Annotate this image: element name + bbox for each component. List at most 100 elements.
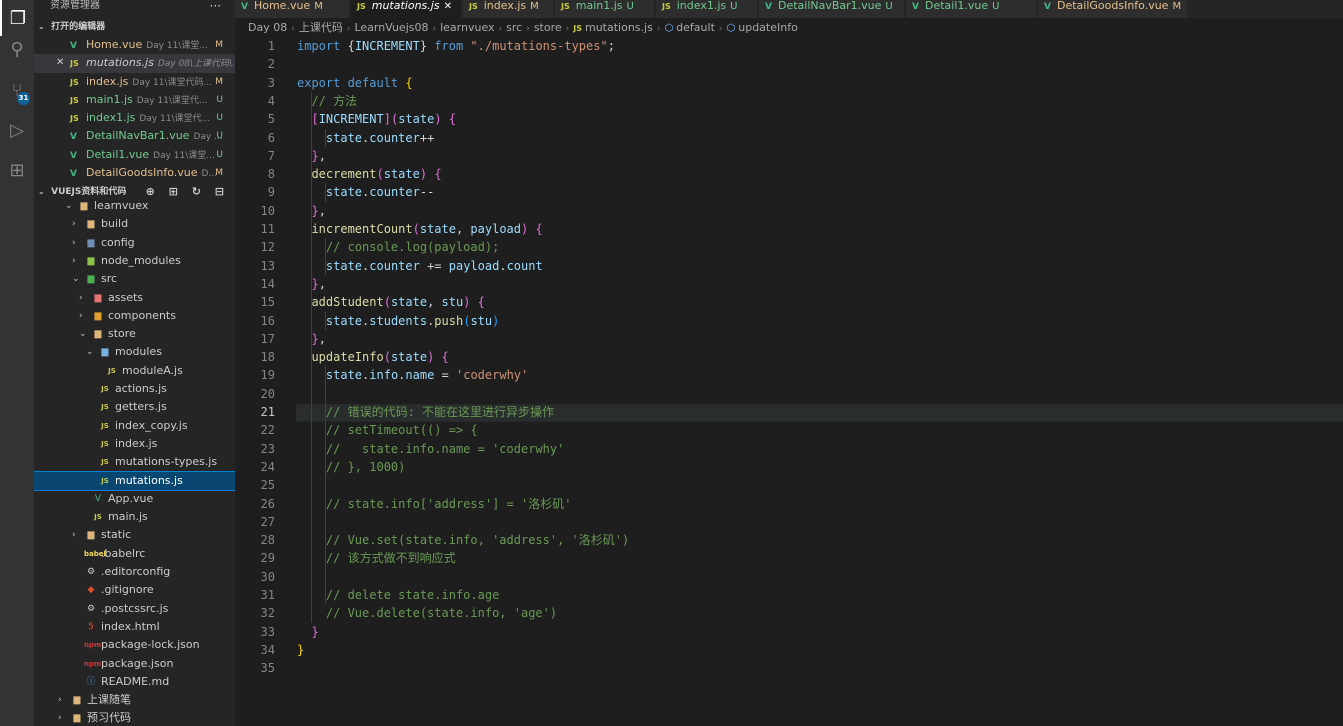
- tree-file[interactable]: JS main.js: [34, 508, 235, 526]
- code-line[interactable]: 19 state.info.name = 'coderwhy': [235, 366, 1343, 384]
- code-line[interactable]: 25: [235, 476, 1343, 494]
- breadcrumb-item[interactable]: mutations.js: [585, 21, 653, 34]
- tab-detailgoodsinfo-vue[interactable]: V DetailGoodsInfo.vue M: [1038, 0, 1188, 18]
- chevron-down-icon[interactable]: ⌄: [86, 343, 96, 361]
- open-editor-item[interactable]: V Home.vue Day 11\课堂... M: [34, 36, 235, 54]
- open-editor-item[interactable]: ✕ JS mutations.js Day 08\上课代码\...: [34, 54, 235, 73]
- tree-file[interactable]: 5 index.html: [34, 618, 235, 636]
- code-line[interactable]: 34}: [235, 641, 1343, 659]
- open-editors-header[interactable]: ⌄ 打开的编辑器: [34, 18, 235, 36]
- code-line[interactable]: 24 // }, 1000): [235, 458, 1343, 476]
- code-line[interactable]: 32 // Vue.delete(state.info, 'age'): [235, 604, 1343, 622]
- tree-file[interactable]: ⚙ .editorconfig: [34, 563, 235, 581]
- chevron-down-icon[interactable]: ⌄: [65, 197, 75, 215]
- chevron-right-icon[interactable]: ›: [79, 307, 89, 325]
- tab-detailnavbar1-vue[interactable]: V DetailNavBar1.vue U: [759, 0, 905, 18]
- code-line[interactable]: 7 },: [235, 147, 1343, 165]
- tree-file[interactable]: babel .babelrc: [34, 545, 235, 563]
- chevron-right-icon[interactable]: ›: [79, 289, 89, 307]
- breadcrumb-item[interactable]: 上课代码: [299, 21, 343, 34]
- tree-file[interactable]: V App.vue: [34, 490, 235, 508]
- open-editor-item[interactable]: V DetailGoodsInfo.vue D... M: [34, 164, 235, 182]
- code-line[interactable]: 33 }: [235, 623, 1343, 641]
- tree-folder[interactable]: › ▆ 上课随笔: [34, 691, 235, 709]
- open-editor-item[interactable]: V Detail1.vue Day 11\课堂... U: [34, 146, 235, 164]
- code-line[interactable]: 12 // console.log(payload);: [235, 238, 1343, 256]
- close-icon[interactable]: ✕: [56, 54, 64, 72]
- chevron-down-icon[interactable]: ⌄: [79, 325, 89, 343]
- tree-folder[interactable]: ⌄ ▆ src: [34, 270, 235, 288]
- code-line[interactable]: 2: [235, 55, 1343, 73]
- code-line[interactable]: 21 // 错误的代码: 不能在这里进行异步操作: [235, 403, 1343, 421]
- tree-folder[interactable]: › ▆ config: [34, 234, 235, 252]
- code-line[interactable]: 9 state.counter--: [235, 183, 1343, 201]
- code-line[interactable]: 16 state.students.push(stu): [235, 312, 1343, 330]
- code-editor[interactable]: 1 import {INCREMENT} from "./mutations-ty…: [235, 37, 1343, 726]
- code-line[interactable]: 4 // 方法: [235, 92, 1343, 110]
- open-editor-item[interactable]: V DetailNavBar1.vue Day ... U: [34, 127, 235, 145]
- tree-file[interactable]: JS moduleA.js: [34, 362, 235, 380]
- chevron-down-icon[interactable]: ⌄: [72, 270, 82, 288]
- code-line[interactable]: 8 decrement(state) {: [235, 165, 1343, 183]
- breadcrumb-item[interactable]: updateInfo: [738, 21, 798, 34]
- code-line[interactable]: 13 state.counter += payload.count: [235, 257, 1343, 275]
- code-line[interactable]: 11 incrementCount(state, payload) {: [235, 220, 1343, 238]
- tree-folder[interactable]: › ▆ build: [34, 215, 235, 233]
- breadcrumb-item[interactable]: learnvuex: [440, 21, 494, 34]
- tree-folder[interactable]: ⌄ ▆ learnvuex: [34, 197, 235, 215]
- code-line[interactable]: 30: [235, 568, 1343, 586]
- code-line[interactable]: 14 },: [235, 275, 1343, 293]
- code-line[interactable]: 29 // 该方式做不到响应式: [235, 549, 1343, 567]
- tree-file[interactable]: ◆ .gitignore: [34, 581, 235, 599]
- chevron-right-icon[interactable]: ›: [58, 709, 68, 726]
- code-line[interactable]: 31 // delete state.info.age: [235, 586, 1343, 604]
- code-line[interactable]: 35: [235, 659, 1343, 677]
- chevron-right-icon[interactable]: ›: [58, 691, 68, 709]
- breadcrumb-item[interactable]: src: [506, 21, 522, 34]
- breadcrumb-item[interactable]: Day 08: [248, 21, 287, 34]
- code-line[interactable]: 22 // setTimeout(() => {: [235, 421, 1343, 439]
- more-actions-icon[interactable]: ···: [210, 0, 221, 12]
- tree-folder[interactable]: › ▆ node_modules: [34, 252, 235, 270]
- tab-detail1-vue[interactable]: V Detail1.vue U: [906, 0, 1037, 18]
- code-line[interactable]: 10 },: [235, 202, 1343, 220]
- open-editor-item[interactable]: JS index1.js Day 11\课堂代... U: [34, 109, 235, 127]
- chevron-right-icon[interactable]: ›: [72, 215, 82, 233]
- search-icon[interactable]: ⚲: [0, 31, 34, 67]
- tree-file[interactable]: npm package.json: [34, 655, 235, 673]
- tree-file[interactable]: JS getters.js: [34, 398, 235, 416]
- tree-folder[interactable]: ⌄ ▆ store: [34, 325, 235, 343]
- breadcrumb-item[interactable]: LearnVuejs08: [354, 21, 428, 34]
- chevron-right-icon[interactable]: ›: [72, 234, 82, 252]
- source-control-icon[interactable]: ⑂: [0, 72, 34, 108]
- tab-home-vue[interactable]: V Home.vue M: [235, 0, 350, 18]
- tree-file[interactable]: JS actions.js: [34, 380, 235, 398]
- code-line[interactable]: 6 state.counter++: [235, 129, 1343, 147]
- breadcrumb-item[interactable]: default: [676, 21, 715, 34]
- tree-folder[interactable]: › ▆ 预习代码: [34, 709, 235, 726]
- tree-folder[interactable]: ⌄ ▆ modules: [34, 343, 235, 361]
- code-line[interactable]: 28 // Vue.set(state.info, 'address', '洛杉…: [235, 531, 1343, 549]
- tree-file[interactable]: npm package-lock.json: [34, 636, 235, 654]
- tree-folder[interactable]: › ▆ assets: [34, 289, 235, 307]
- tree-file[interactable]: JS index.js: [34, 435, 235, 453]
- breadcrumb-item[interactable]: store: [534, 21, 562, 34]
- code-line[interactable]: 27: [235, 513, 1343, 531]
- open-editor-item[interactable]: JS index.js Day 11\课堂代码... M: [34, 73, 235, 91]
- tree-file[interactable]: ⓘ README.md: [34, 673, 235, 691]
- tree-file[interactable]: JS mutations.js: [34, 470, 235, 491]
- tree-file[interactable]: JS index_copy.js: [34, 417, 235, 435]
- code-line[interactable]: 1 import {INCREMENT} from "./mutations-ty…: [235, 37, 1343, 55]
- run-debug-icon[interactable]: ▷: [0, 112, 34, 148]
- code-line[interactable]: 23 // state.info.name = 'coderwhy': [235, 440, 1343, 458]
- code-line[interactable]: 17 },: [235, 330, 1343, 348]
- tree-folder[interactable]: › ▆ static: [34, 526, 235, 544]
- tree-file[interactable]: ⚙ .postcssrc.js: [34, 600, 235, 618]
- open-editor-item[interactable]: JS main1.js Day 11\课堂代... U: [34, 91, 235, 109]
- extensions-icon[interactable]: ⊞: [0, 152, 34, 188]
- tree-folder[interactable]: › ▆ components: [34, 307, 235, 325]
- chevron-right-icon[interactable]: ›: [72, 252, 82, 270]
- tab-main1-js[interactable]: JS main1.js U: [555, 0, 655, 18]
- tab-mutations-js[interactable]: JS mutations.js ✕: [351, 0, 462, 18]
- tab-index-js[interactable]: JS index.js M: [463, 0, 554, 18]
